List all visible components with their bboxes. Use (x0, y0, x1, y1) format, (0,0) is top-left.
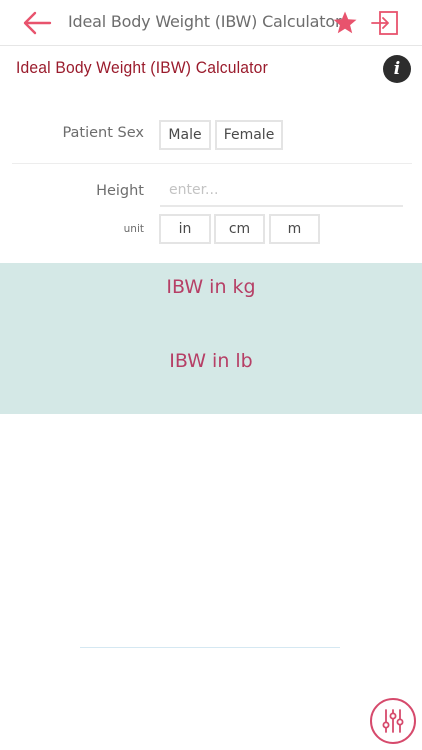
back-arrow-icon[interactable] (22, 10, 52, 36)
info-icon[interactable]: i (383, 55, 411, 83)
unit-option-in[interactable]: in (159, 214, 211, 244)
height-label: Height (96, 183, 144, 199)
sliders-icon (382, 709, 404, 733)
nav-title: Ideal Body Weight (IBW) Calculator (68, 12, 342, 31)
navbar: Ideal Body Weight (IBW) Calculator (0, 0, 422, 46)
bottom-divider (80, 647, 340, 648)
sex-option-female[interactable]: Female (215, 120, 283, 150)
row-divider (12, 163, 412, 164)
ibw-lb-result: IBW in lb (169, 350, 253, 372)
settings-fab-button[interactable] (370, 698, 416, 744)
exit-icon[interactable] (370, 10, 400, 36)
sex-option-male[interactable]: Male (159, 120, 211, 150)
favorite-star-icon[interactable] (332, 10, 358, 36)
unit-option-cm[interactable]: cm (214, 214, 265, 244)
results-panel: IBW in kg IBW in lb (0, 263, 422, 414)
page-title: Ideal Body Weight (IBW) Calculator (16, 58, 268, 77)
unit-label: unit (123, 223, 144, 235)
ibw-kg-result: IBW in kg (166, 276, 256, 298)
unit-option-m[interactable]: m (269, 214, 320, 244)
patient-sex-label: Patient Sex (62, 125, 144, 141)
height-input[interactable] (160, 175, 403, 207)
